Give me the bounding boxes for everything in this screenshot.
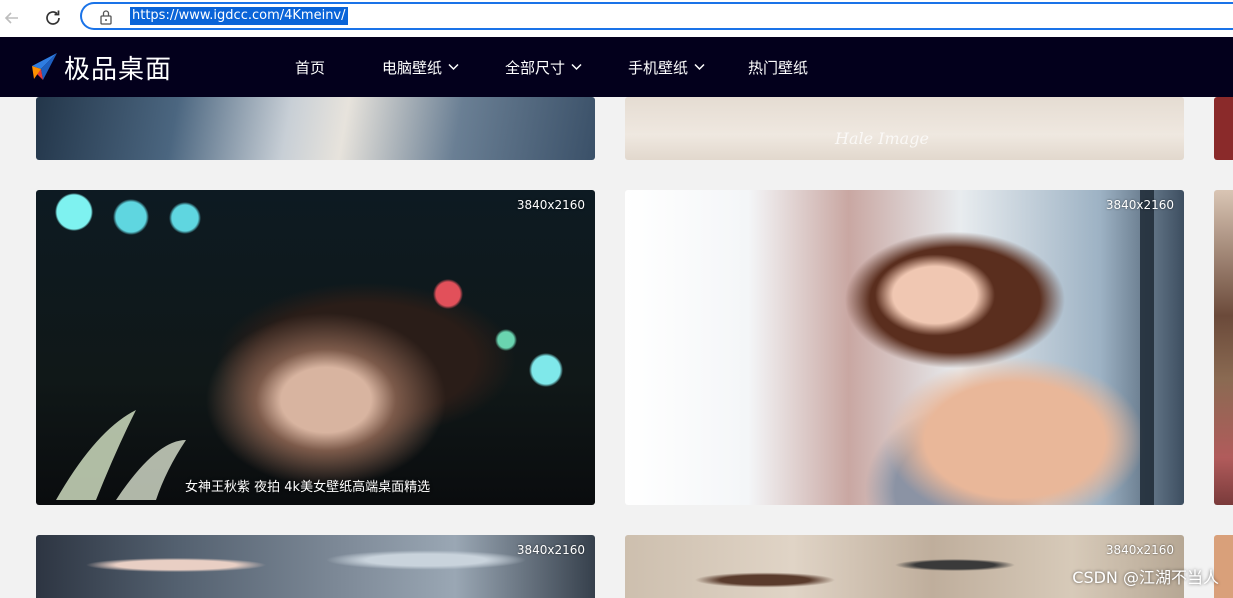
resolution-badge: 3840x2160 (516, 543, 585, 557)
wallpaper-tile[interactable]: 3840x2160 (625, 190, 1184, 505)
wallpaper-thumbnail (36, 97, 595, 160)
wallpaper-thumbnail (1214, 190, 1233, 505)
wallpaper-tile-top-edge[interactable] (1214, 97, 1233, 160)
wallpaper-tile-edge[interactable] (1214, 190, 1233, 505)
chevron-down-icon (694, 63, 705, 71)
wallpaper-thumbnail (1214, 97, 1233, 160)
photographer-signature: Hale Image (835, 129, 929, 148)
window-frame-graphic (1140, 190, 1154, 505)
wallpaper-tile[interactable]: 3840x2160 女神王秋紫 夜拍 4k美女壁纸高端桌面精选 (36, 190, 595, 505)
nav-label: 热门壁纸 (748, 58, 809, 77)
resolution-badge: 3840x2160 (1105, 543, 1174, 557)
nav-label: 手机壁纸 (628, 58, 689, 77)
nav-item-hot-wallpaper[interactable]: 热门壁纸 (748, 56, 808, 78)
nav-item-all-sizes[interactable]: 全部尺寸 (505, 56, 582, 78)
resolution-badge: 3840x2160 (1105, 198, 1174, 212)
wallpaper-tile-top-right[interactable]: Hale Image (625, 97, 1184, 160)
lock-icon (100, 10, 112, 25)
back-button[interactable] (0, 6, 24, 30)
paper-plane-logo-icon (32, 53, 57, 80)
wallpaper-thumbnail (36, 535, 595, 598)
nav-label: 全部尺寸 (505, 58, 566, 77)
logo-text: 极品桌面 (64, 54, 173, 85)
wallpaper-tile-top-left[interactable] (36, 97, 595, 160)
browser-toolbar: https://www.igdcc.com/4Kmeinv/ (0, 0, 1233, 38)
nav-label: 电脑壁纸 (382, 58, 443, 77)
nav-item-mobile-wallpaper[interactable]: 手机壁纸 (628, 56, 705, 78)
address-bar[interactable]: https://www.igdcc.com/4Kmeinv/ (80, 2, 1233, 30)
url-text[interactable]: https://www.igdcc.com/4Kmeinv/ (130, 7, 348, 25)
resolution-badge: 3840x2160 (516, 198, 585, 212)
reload-button[interactable] (41, 6, 65, 30)
nav-item-home[interactable]: 首页 (295, 56, 325, 78)
nav-item-pc-wallpaper[interactable]: 电脑壁纸 (382, 56, 459, 78)
csdn-watermark: CSDN @江湖不当人 (1072, 568, 1219, 587)
chevron-down-icon (448, 63, 459, 71)
wallpaper-thumbnail (625, 190, 1184, 505)
wallpaper-tile[interactable]: 3840x2160 (36, 535, 595, 598)
chevron-down-icon (571, 63, 582, 71)
nav-label: 首页 (295, 58, 326, 77)
site-logo[interactable]: 极品桌面 (30, 49, 172, 85)
site-header: 极品桌面 首页 电脑壁纸 全部尺寸 手机壁纸 热门壁纸 (0, 37, 1233, 97)
arrow-left-icon (4, 12, 18, 24)
wallpaper-title[interactable]: 女神王秋紫 夜拍 4k美女壁纸高端桌面精选 (185, 476, 430, 495)
reload-icon (46, 10, 60, 25)
